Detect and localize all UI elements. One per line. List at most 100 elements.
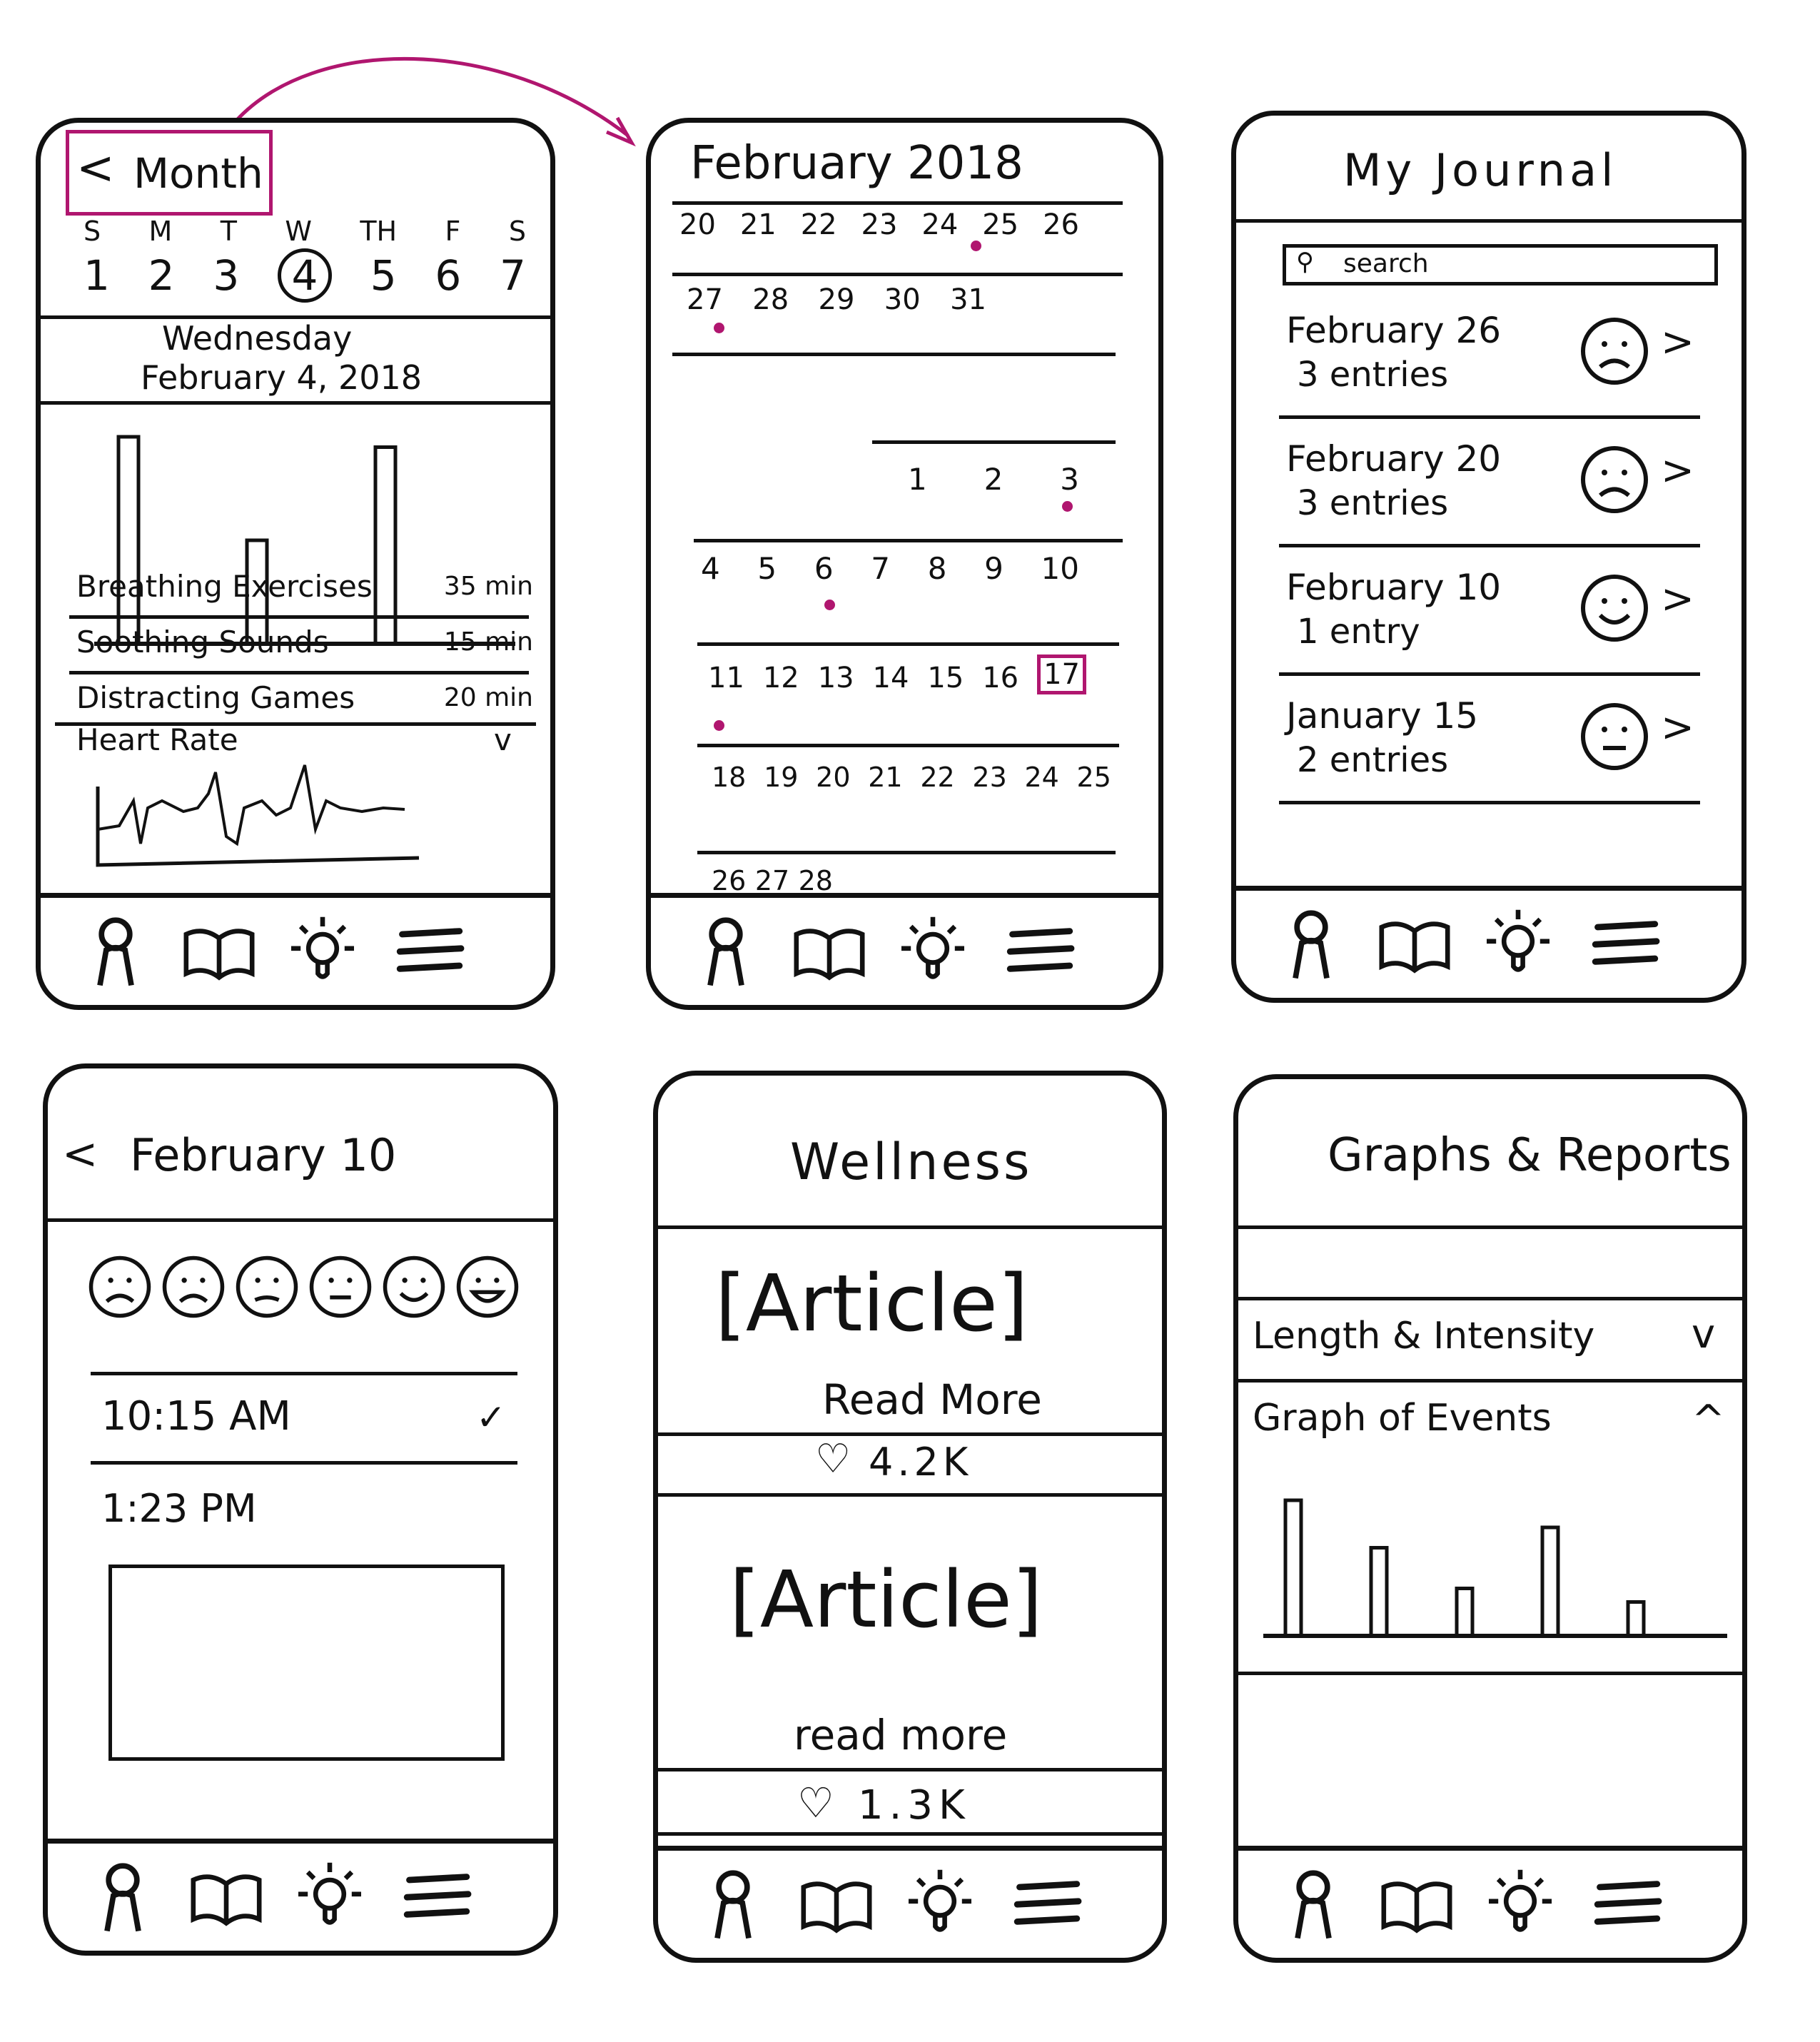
activity-row[interactable]: Soothing Sounds 15 min <box>69 617 540 660</box>
menu-icon[interactable] <box>390 911 469 989</box>
lightbulb-icon[interactable] <box>1479 904 1557 982</box>
search-box[interactable]: ⚲ search <box>1283 244 1718 285</box>
day-cell[interactable]: 22 <box>920 762 954 793</box>
happy-face-icon[interactable] <box>1579 572 1650 644</box>
date-cell[interactable]: 3 <box>213 251 239 308</box>
menu-icon[interactable] <box>1588 1864 1667 1942</box>
menu-icon[interactable] <box>1008 1864 1086 1942</box>
day-cell[interactable]: 27 <box>687 283 723 316</box>
chevron-right-icon[interactable]: > <box>1661 319 1694 365</box>
time-entry-2[interactable]: 1:23 PM <box>101 1486 257 1531</box>
book-icon[interactable] <box>790 911 869 989</box>
day-cell[interactable]: 25 <box>1077 762 1111 793</box>
day-cell[interactable]: 24 <box>1024 762 1058 793</box>
check-icon[interactable]: ✓ <box>476 1397 506 1438</box>
book-icon[interactable] <box>180 911 258 989</box>
date-cell[interactable]: 1 <box>84 251 110 308</box>
smile-face-icon[interactable] <box>1579 701 1650 772</box>
date-cell[interactable]: 2 <box>148 251 175 308</box>
day-cell[interactable]: 2 <box>984 462 1003 497</box>
month-back-button[interactable]: < Month <box>66 130 273 216</box>
day-cell[interactable]: 25 <box>982 208 1018 241</box>
day-cell[interactable]: 26 <box>1043 208 1079 241</box>
sad-face-icon[interactable] <box>1579 315 1650 387</box>
lightbulb-icon[interactable] <box>283 911 362 989</box>
day-cell[interactable]: 28 <box>799 865 833 896</box>
menu-icon[interactable] <box>398 1856 476 1935</box>
day-cell[interactable]: 11 <box>708 662 744 694</box>
day-cell[interactable]: 23 <box>972 762 1006 793</box>
article-card-label[interactable]: [Article] <box>715 1258 1028 1349</box>
unhappy-face-icon[interactable] <box>234 1254 300 1320</box>
day-cell[interactable]: 18 <box>712 762 746 793</box>
happy-face-icon[interactable] <box>381 1254 447 1320</box>
journal-entry-row[interactable]: February 26 3 entries > <box>1279 294 1700 419</box>
date-cell[interactable]: 5 <box>370 251 397 308</box>
chevron-right-icon[interactable]: > <box>1661 704 1694 751</box>
book-icon[interactable] <box>797 1864 876 1942</box>
date-cell[interactable]: 6 <box>435 251 461 308</box>
day-cell-highlighted[interactable]: 17 <box>1037 654 1086 694</box>
day-cell[interactable]: 12 <box>763 662 799 694</box>
day-cell[interactable]: 30 <box>884 283 921 316</box>
collapse-chevron-icon[interactable]: v <box>1692 1311 1715 1358</box>
book-icon[interactable] <box>187 1856 266 1935</box>
person-icon[interactable] <box>1272 904 1350 982</box>
activity-row[interactable]: Distracting Games 20 min <box>69 673 540 716</box>
day-cell[interactable]: 6 <box>814 551 834 586</box>
day-cell[interactable]: 29 <box>819 283 855 316</box>
time-entry-1[interactable]: 10:15 AM <box>101 1393 291 1440</box>
person-icon[interactable] <box>76 911 155 989</box>
person-icon[interactable] <box>694 1864 772 1942</box>
day-cell[interactable]: 16 <box>982 662 1018 694</box>
expand-chevron-icon[interactable]: ^ <box>1692 1397 1725 1443</box>
day-cell[interactable]: 15 <box>927 662 964 694</box>
day-cell[interactable]: 7 <box>871 551 890 586</box>
note-text-area[interactable] <box>108 1565 505 1761</box>
person-icon[interactable] <box>687 911 765 989</box>
day-cell[interactable]: 4 <box>701 551 720 586</box>
article-card-label[interactable]: [Article] <box>729 1554 1043 1645</box>
day-cell[interactable]: 20 <box>679 208 716 241</box>
day-cell[interactable]: 27 <box>755 865 789 896</box>
lightbulb-icon[interactable] <box>1481 1864 1559 1942</box>
heart-rate-chevron-icon[interactable]: v <box>494 722 512 757</box>
day-cell[interactable]: 24 <box>921 208 958 241</box>
person-icon[interactable] <box>84 1856 162 1935</box>
menu-icon[interactable] <box>1586 904 1664 982</box>
lightbulb-icon[interactable] <box>894 911 972 989</box>
lightbulb-icon[interactable] <box>901 1864 979 1942</box>
date-cell[interactable]: 7 <box>500 251 526 308</box>
back-chevron-icon[interactable]: < <box>62 1129 98 1179</box>
section-label[interactable]: Graph of Events <box>1253 1397 1552 1440</box>
day-cell[interactable]: 20 <box>816 762 850 793</box>
journal-entry-row[interactable]: February 20 3 entries > <box>1279 423 1700 547</box>
book-icon[interactable] <box>1375 904 1454 982</box>
very-sad-face-icon[interactable] <box>87 1254 153 1320</box>
heart-icon[interactable]: ♡ <box>815 1436 851 1482</box>
day-cell[interactable]: 28 <box>752 283 789 316</box>
section-label[interactable]: Length & Intensity <box>1253 1315 1594 1358</box>
chevron-right-icon[interactable]: > <box>1661 576 1694 622</box>
menu-icon[interactable] <box>1001 911 1079 989</box>
read-more-link[interactable]: read more <box>794 1711 1007 1759</box>
read-more-link[interactable]: Read More <box>822 1375 1042 1424</box>
heart-icon[interactable]: ♡ <box>797 1779 834 1827</box>
day-cell[interactable]: 14 <box>873 662 909 694</box>
date-cell-selected[interactable]: 4 <box>277 248 332 303</box>
day-cell[interactable]: 5 <box>757 551 777 586</box>
day-cell[interactable]: 8 <box>928 551 947 586</box>
chevron-right-icon[interactable]: > <box>1661 448 1694 494</box>
person-icon[interactable] <box>1274 1864 1353 1942</box>
sad-face-icon[interactable] <box>1579 444 1650 515</box>
day-cell[interactable]: 22 <box>801 208 837 241</box>
journal-entry-row[interactable]: February 10 1 entry > <box>1279 551 1700 676</box>
day-cell[interactable]: 19 <box>764 762 798 793</box>
neutral-face-icon[interactable] <box>308 1254 373 1320</box>
journal-entry-row[interactable]: January 15 2 entries > <box>1279 679 1700 804</box>
day-cell[interactable]: 13 <box>818 662 854 694</box>
day-cell[interactable]: 9 <box>984 551 1003 586</box>
book-icon[interactable] <box>1377 1864 1456 1942</box>
day-cell[interactable]: 21 <box>868 762 902 793</box>
day-cell[interactable]: 26 <box>712 865 746 896</box>
